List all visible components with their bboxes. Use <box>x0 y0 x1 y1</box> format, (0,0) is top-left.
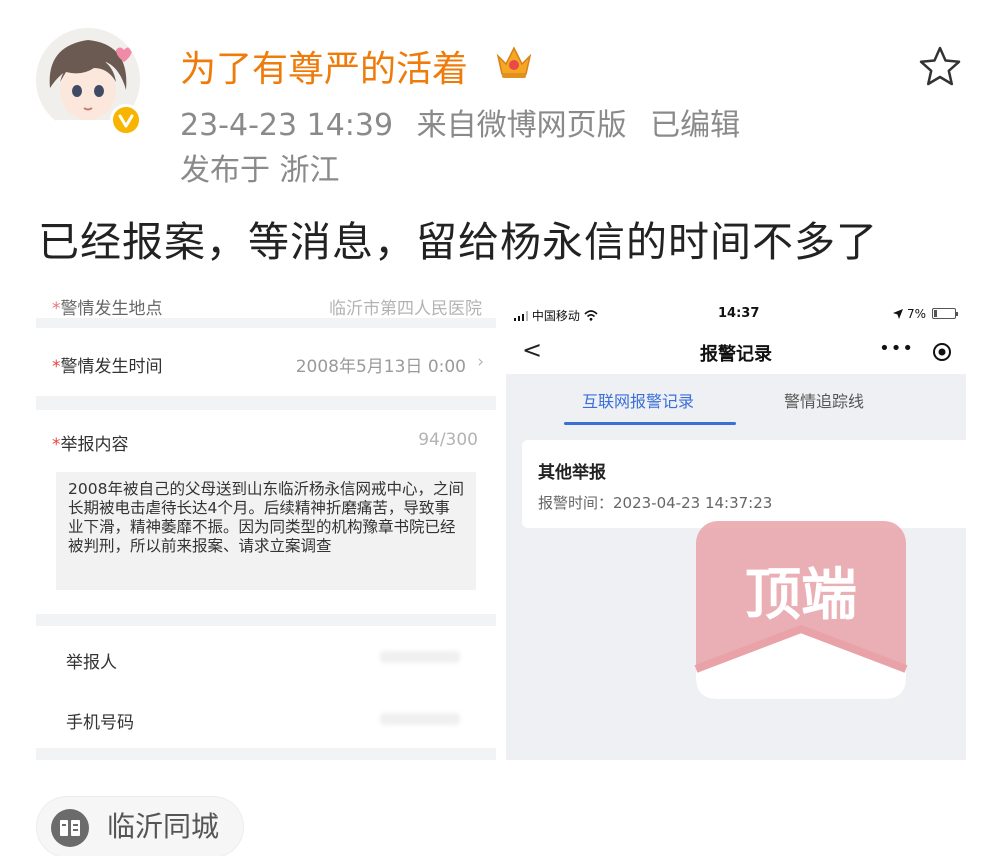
topic-icon <box>51 809 89 847</box>
status-bar: 中国移动 14:37 7% <box>506 298 966 330</box>
topic-tag[interactable]: 临沂同城 <box>36 796 245 856</box>
location-value: 临沂市第四人民医院 <box>329 299 482 319</box>
tab-internet-records[interactable]: 互联网报警记录 <box>582 388 694 412</box>
post-meta: 23-4-23 14:39 来自微博网页版 已编辑 <box>180 100 754 144</box>
content-char-count: 94/300 <box>418 430 478 450</box>
verified-badge-icon <box>110 104 142 136</box>
location-arrow-icon <box>893 309 904 319</box>
record-time: 报警时间：2023-04-23 14:37:23 <box>538 494 773 512</box>
phone-row[interactable]: 手机号码 <box>36 688 496 748</box>
time-row[interactable]: *警情发生时间 2008年5月13日 0:00 › <box>36 328 496 396</box>
target-icon[interactable] <box>932 342 952 362</box>
star-icon[interactable] <box>918 45 962 87</box>
active-tab-indicator <box>564 422 736 425</box>
reporter-row[interactable]: 举报人 <box>36 626 496 688</box>
location-row[interactable]: *警情发生地点 临沂市第四人民医院 <box>36 280 496 319</box>
chevron-right-icon: › <box>477 352 484 372</box>
content-textarea[interactable]: 2008年被自己的父母送到山东临沂杨永信网戒中心，之间长期被电击虐待长达4个月。… <box>56 472 476 590</box>
tab-bar: 互联网报警记录 警情追踪线 <box>506 374 966 426</box>
record-card[interactable]: 其他举报 报警时间：2023-04-23 14:37:23 <box>522 440 966 528</box>
watermark-logo: 顶端 <box>694 521 908 699</box>
post-text: 已经报案，等消息，留给杨永信的时间不多了 <box>38 218 878 266</box>
phone-label: 手机号码 <box>66 713 134 733</box>
more-button[interactable]: ••• <box>879 338 914 359</box>
reporter-value-blurred <box>380 651 460 663</box>
content-row: *举报内容 94/300 2008年被自己的父母送到山东临沂杨永信网戒中心，之间… <box>36 410 496 614</box>
content-label: *举报内容 <box>52 435 129 455</box>
record-type: 其他举报 <box>538 463 606 483</box>
topic-label: 临沂同城 <box>107 810 220 843</box>
post-timestamp: 23-4-23 14:39 <box>180 108 394 143</box>
tab-case-tracking[interactable]: 警情追踪线 <box>784 388 864 412</box>
watermark-text: 顶端 <box>745 563 857 628</box>
carrier-label: 中国移动 <box>514 307 598 324</box>
post-edited[interactable]: 已编辑 <box>650 108 740 143</box>
report-form-screenshot: *警情发生地点 临沂市第四人民医院 *警情发生时间 2008年5月13日 0:0… <box>36 280 496 760</box>
username[interactable]: 为了有尊严的活着 <box>180 40 468 92</box>
reporter-label: 举报人 <box>66 653 117 673</box>
crown-icon <box>496 46 532 78</box>
time-value: 2008年5月13日 0:00 <box>295 357 466 377</box>
battery-icon <box>932 308 958 319</box>
signal-icon <box>514 311 528 321</box>
battery-label: 7% <box>893 307 926 321</box>
post-source: 来自微博网页版 <box>416 108 627 143</box>
wifi-icon <box>584 310 598 321</box>
status-clock: 14:37 <box>718 306 760 321</box>
phone-value-blurred <box>380 713 460 725</box>
nav-bar: < 报警记录 ••• <box>506 330 966 374</box>
time-label: *警情发生时间 <box>52 357 163 377</box>
location-label: *警情发生地点 <box>52 299 163 319</box>
post-location: 发布于 浙江 <box>180 153 340 188</box>
